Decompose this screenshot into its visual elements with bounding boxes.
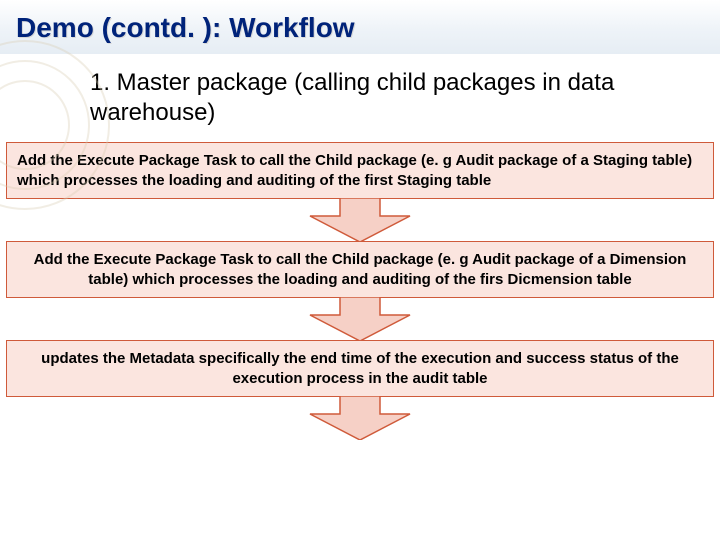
down-arrow-icon bbox=[300, 198, 420, 242]
workflow-diagram: Add the Execute Package Task to call the… bbox=[0, 138, 720, 440]
page-title: Demo (contd. ): Workflow bbox=[16, 12, 704, 44]
flow-arrow-2 bbox=[6, 297, 714, 341]
flow-step-1: Add the Execute Package Task to call the… bbox=[6, 142, 714, 199]
flow-step-3: updates the Metadata specifically the en… bbox=[6, 340, 714, 397]
flow-arrow-3 bbox=[6, 396, 714, 440]
down-arrow-icon bbox=[300, 396, 420, 440]
flow-arrow-1 bbox=[6, 198, 714, 242]
down-arrow-icon bbox=[300, 297, 420, 341]
section-subtitle: 1. Master package (calling child package… bbox=[90, 68, 690, 128]
flow-step-2: Add the Execute Package Task to call the… bbox=[6, 241, 714, 298]
subtitle-wrap: 1. Master package (calling child package… bbox=[0, 54, 720, 138]
slide-header: Demo (contd. ): Workflow bbox=[0, 0, 720, 54]
